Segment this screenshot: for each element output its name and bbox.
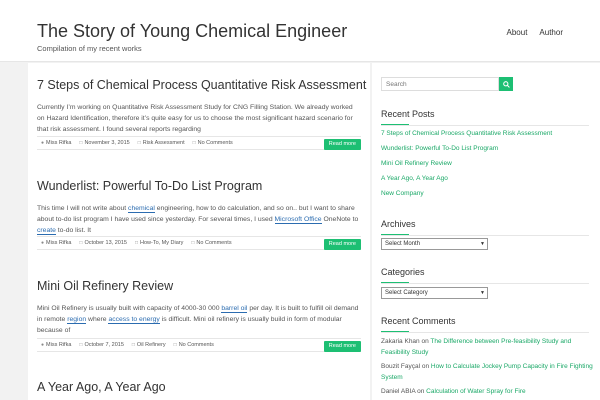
calendar-icon: □ — [79, 240, 83, 246]
comment-on-text: on — [419, 338, 431, 345]
main-nav: About Author — [507, 28, 563, 37]
post-comments[interactable]: No Comments — [196, 240, 231, 246]
post-article: Mini Oil Refinery Review Mini Oil Refine… — [37, 278, 361, 337]
comment-author: Daniel ABIA — [381, 388, 416, 395]
folder-icon: □ — [134, 240, 138, 246]
site-description: Compilation of my recent works — [37, 44, 142, 53]
recent-post-link[interactable]: 7 Steps of Chemical Process Quantitative… — [381, 130, 552, 137]
inline-link[interactable]: chemical — [128, 205, 155, 213]
categories-title: Categories — [381, 267, 425, 277]
post-category[interactable]: How-To, My Diary — [140, 240, 183, 246]
archives-select[interactable]: Select Month ▼ — [381, 238, 488, 250]
post-date[interactable]: October 7, 2015 — [84, 342, 123, 348]
calendar-icon: □ — [79, 140, 83, 146]
comment-on-text: on — [415, 388, 427, 395]
read-more-button[interactable]: Read more — [323, 341, 361, 352]
chevron-down-icon: ▼ — [480, 241, 485, 247]
read-more-button[interactable]: Read more — [323, 139, 361, 150]
comment-icon: □ — [192, 140, 196, 146]
post-comments[interactable]: No Comments — [198, 140, 233, 146]
excerpt-text: where — [86, 316, 109, 324]
post-author[interactable]: Miss Rifka — [46, 342, 71, 348]
inline-link[interactable]: access to energy — [108, 316, 160, 325]
comment-on-text: on — [420, 363, 431, 370]
excerpt-text: OneNote to — [321, 216, 359, 224]
post-title[interactable]: Wunderlist: Powerful To-Do List Program — [37, 178, 361, 194]
post-date[interactable]: October 13, 2015 — [84, 240, 127, 246]
recent-post-link[interactable]: New Company — [381, 190, 424, 197]
chevron-down-icon: ▼ — [480, 290, 485, 296]
categories-select-value: Select Category — [385, 290, 428, 296]
folder-icon: □ — [131, 342, 135, 348]
post-title[interactable]: 7 Steps of Chemical Process Quantitative… — [37, 77, 366, 93]
recent-post-link[interactable]: Mini Oil Refinery Review — [381, 160, 452, 167]
inline-link[interactable]: Microsoft Office — [274, 216, 322, 225]
post-article: Wunderlist: Powerful To-Do List Program … — [37, 178, 361, 237]
inline-link[interactable]: region — [67, 316, 87, 325]
recent-comment: Daniel ABIA on Calculation of Water Spra… — [381, 386, 593, 397]
comment-post-link[interactable]: Calculation of Water Spray for Fire — [426, 388, 525, 395]
divider — [381, 235, 589, 236]
recent-comments-title: Recent Comments — [381, 316, 456, 326]
inline-link[interactable]: create — [37, 227, 56, 236]
read-more-button[interactable]: Read more — [323, 239, 361, 250]
post-meta: ● Miss Rifka □ October 13, 2015 □ How-To, M… — [37, 236, 361, 250]
folder-icon: □ — [137, 140, 141, 146]
sidebar: Recent Posts 7 Steps of Chemical Process… — [372, 63, 600, 400]
recent-comment: Bouzit Fayçal on How to Calculate Jockey… — [381, 361, 593, 383]
recent-comment: Zakaria Khan on The Difference between P… — [381, 336, 593, 358]
comment-icon: □ — [173, 342, 177, 348]
archives-title: Archives — [381, 219, 416, 229]
comment-icon: □ — [191, 240, 195, 246]
divider — [381, 332, 589, 333]
nav-about[interactable]: About — [507, 28, 528, 37]
comment-author: Bouzit Fayçal — [381, 363, 421, 370]
inline-link[interactable]: barrel oil — [221, 305, 248, 313]
excerpt-text: Mini Oil Refinery is usually built with … — [37, 305, 222, 312]
recent-post-link[interactable]: Wunderlist: Powerful To-Do List Program — [381, 145, 498, 152]
post-excerpt: Mini Oil Refinery is usually built with … — [37, 303, 361, 337]
categories-select[interactable]: Select Category ▼ — [381, 287, 488, 299]
comment-author: Zakaria Khan — [381, 338, 420, 345]
post-article: 7 Steps of Chemical Process Quantitative… — [37, 77, 366, 136]
search-icon — [502, 80, 510, 88]
post-category[interactable]: Oil Refinery — [137, 342, 166, 348]
post-comments[interactable]: No Comments — [179, 342, 214, 348]
post-author[interactable]: Miss Rifka — [46, 240, 71, 246]
archives-select-value: Select Month — [385, 241, 421, 247]
main-content: 7 Steps of Chemical Process Quantitative… — [28, 63, 370, 400]
excerpt-text: This time I will not write about — [37, 205, 129, 212]
post-category[interactable]: Risk Assessment — [143, 140, 185, 146]
post-excerpt: Currently I’m working on Quantitative Ri… — [37, 104, 353, 134]
divider — [381, 283, 589, 284]
user-icon: ● — [41, 240, 45, 246]
post-title[interactable]: Mini Oil Refinery Review — [37, 278, 361, 294]
recent-post-link[interactable]: A Year Ago, A Year Ago — [381, 175, 448, 182]
site-title[interactable]: The Story of Young Chemical Engineer — [37, 21, 347, 42]
post-meta: ● Miss Rifka □ November 3, 2015 □ Risk Asse… — [37, 136, 361, 150]
post-date[interactable]: November 3, 2015 — [84, 140, 129, 146]
nav-author[interactable]: Author — [539, 28, 563, 37]
post-meta: ● Miss Rifka □ October 7, 2015 □ Oil Refine… — [37, 338, 361, 352]
post-excerpt: This time I will not write about chemica… — [37, 203, 361, 237]
search-button[interactable] — [499, 77, 513, 91]
search-input[interactable] — [381, 77, 499, 91]
post-author[interactable]: Miss Rifka — [46, 140, 71, 146]
divider — [381, 125, 589, 126]
excerpt-text: to-do list. It — [55, 227, 92, 235]
site-header: The Story of Young Chemical Engineer Com… — [0, 0, 600, 62]
recent-posts-title: Recent Posts — [381, 109, 435, 119]
calendar-icon: □ — [79, 342, 83, 348]
user-icon: ● — [41, 342, 45, 348]
post-article: A Year Ago, A Year Ago — [37, 379, 361, 395]
post-title[interactable]: A Year Ago, A Year Ago — [37, 379, 361, 395]
user-icon: ● — [41, 140, 45, 146]
